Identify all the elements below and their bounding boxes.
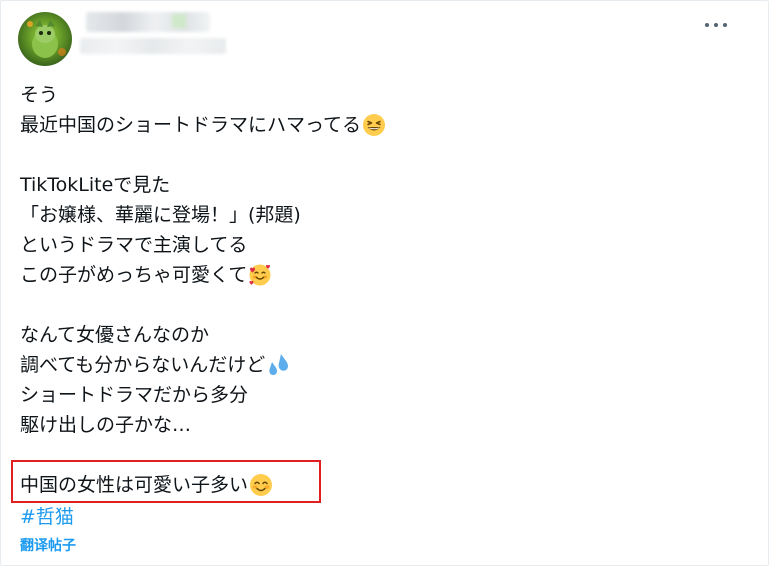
post-line: TikTokLiteで見た: [20, 174, 171, 196]
more-options-icon[interactable]: [705, 20, 727, 30]
post-line: ショートドラマだから多分: [20, 384, 249, 406]
post-line: なんて女優さんなのか: [20, 324, 210, 346]
blurred-handle: [80, 38, 226, 54]
post-line: 調べても分からないんだけど: [20, 350, 720, 380]
hashtag-link[interactable]: #哲猫: [20, 502, 74, 529]
post-line: そう: [20, 84, 59, 106]
post-line: というドラマで主演してる: [20, 234, 248, 256]
post-line: この子がめっちゃ可愛くて: [20, 260, 720, 290]
smiling-face-with-hearts-emoji: [248, 263, 272, 287]
avatar[interactable]: [18, 12, 72, 66]
post-text: そう 最近中国のショートドラマにハマってる TikTokLiteで見た 「お嬢様…: [20, 80, 720, 500]
sweat-droplets-emoji: [266, 353, 290, 377]
blurred-username: [86, 12, 210, 32]
post-line: 最近中国のショートドラマにハマってる: [20, 110, 720, 140]
translate-post-link[interactable]: 翻译帖子: [20, 535, 76, 555]
grinning-squinting-face-emoji: [362, 113, 386, 137]
red-highlight-box: [11, 460, 321, 503]
post-line: 駆け出しの子かな…: [20, 414, 192, 436]
post-line: 「お嬢様、華麗に登場！」(邦題): [20, 204, 301, 226]
